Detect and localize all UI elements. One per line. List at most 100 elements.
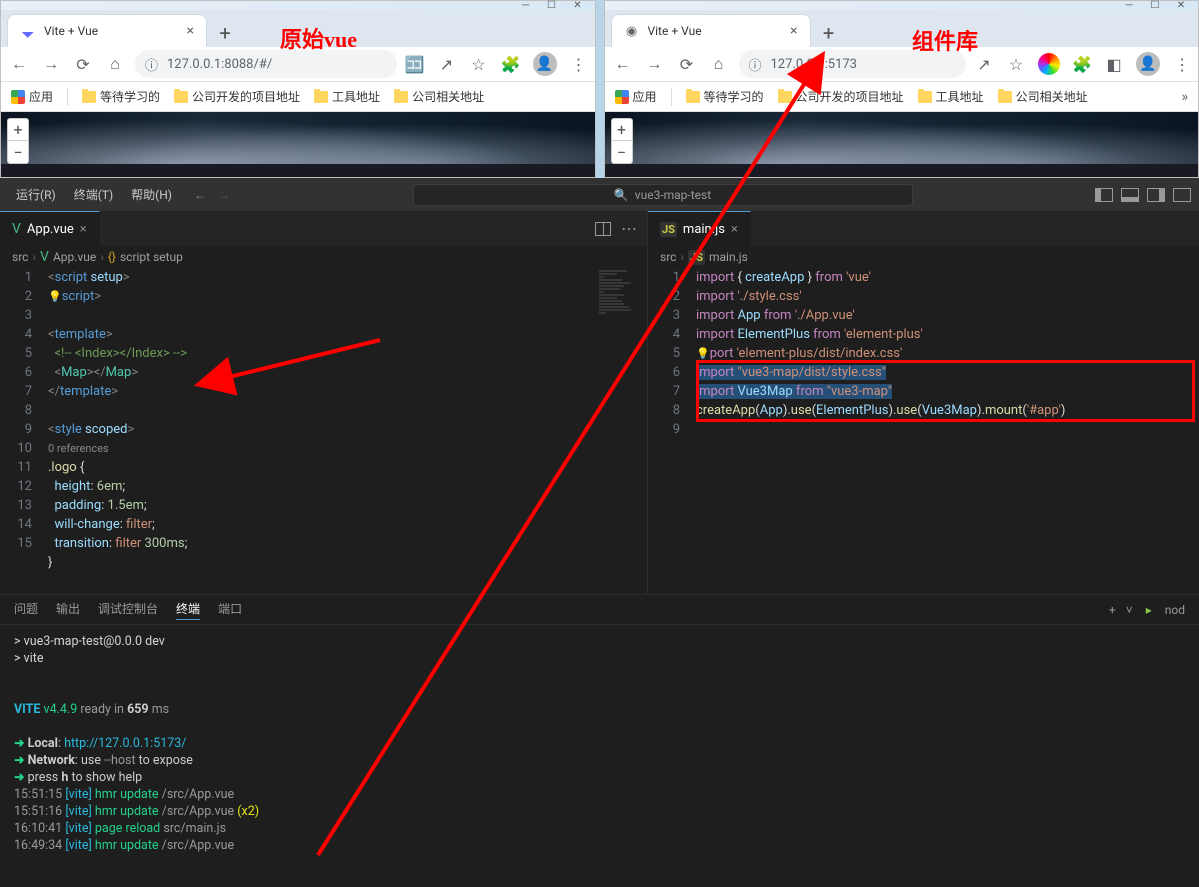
bookmarks-overflow-icon[interactable]: » <box>1181 89 1188 105</box>
home-button[interactable]: ⌂ <box>103 52 127 76</box>
reload-button[interactable]: ⟳ <box>71 52 95 76</box>
tab-output[interactable]: 输出 <box>56 600 80 619</box>
vue-file-icon: V <box>40 249 49 265</box>
browser-tab[interactable]: Vite + Vue × <box>611 14 811 47</box>
apps-button[interactable]: 应用 <box>11 88 53 105</box>
apps-icon <box>11 90 25 104</box>
tab-close-icon[interactable]: × <box>187 23 194 39</box>
window-close-icon[interactable]: ✕ <box>565 1 591 10</box>
menu-icon[interactable]: ⋮ <box>569 54 589 74</box>
bookmark-item[interactable]: 公司相关地址 <box>998 88 1088 105</box>
menu-help[interactable]: 帮助(H) <box>123 182 180 207</box>
new-tab-button[interactable]: + <box>211 19 239 47</box>
layout-right-icon[interactable] <box>1147 188 1165 202</box>
window-min-icon[interactable]: ─ <box>1116 1 1142 10</box>
bookmark-item[interactable]: 公司相关地址 <box>394 88 484 105</box>
url-text: 127.0.0.1:5173 <box>771 57 858 72</box>
new-terminal-icon[interactable]: + <box>1109 603 1116 617</box>
tab-problems[interactable]: 问题 <box>14 600 38 619</box>
sidepanel-icon[interactable]: ◧ <box>1104 54 1124 74</box>
zoom-out-button[interactable]: − <box>8 141 28 163</box>
tab-strip-right: Vite + Vue × + <box>605 10 1199 47</box>
star-icon[interactable]: ☆ <box>469 54 489 74</box>
editor-pane-left: V App.vue × ⋯ src› V App.vue› {} script … <box>0 211 648 594</box>
home-button[interactable]: ⌂ <box>707 52 731 76</box>
menu-icon[interactable]: ⋮ <box>1172 54 1192 74</box>
back-button[interactable]: ← <box>611 52 635 76</box>
extensions-icon[interactable]: 🧩 <box>1072 54 1092 74</box>
editor-tab-app-vue[interactable]: V App.vue × <box>0 211 100 246</box>
tab-ports[interactable]: 端口 <box>218 600 242 619</box>
code-editor-left[interactable]: 123456789101112131415 <script setup>💡scr… <box>0 268 647 594</box>
code-editor-right[interactable]: 123456789 import { createApp } from 'vue… <box>648 268 1199 594</box>
site-info-icon[interactable]: ⓘ <box>749 55 765 74</box>
extensions-icon[interactable]: 🧩 <box>501 54 521 74</box>
breadcrumb-left[interactable]: src› V App.vue› {} script setup <box>0 246 647 268</box>
translate-icon[interactable]: 🈁 <box>405 54 425 74</box>
editor-tab-main-js[interactable]: JS main.js × <box>648 211 751 246</box>
window-close-icon[interactable]: ✕ <box>1168 1 1194 10</box>
window-max-icon[interactable]: ☐ <box>1142 1 1168 10</box>
page-content-left: + − <box>1 112 595 177</box>
share-icon[interactable]: ↗ <box>974 54 994 74</box>
share-icon[interactable]: ↗ <box>437 54 457 74</box>
zoom-out-button[interactable]: − <box>612 141 632 163</box>
bookmark-item[interactable]: 工具地址 <box>918 88 984 105</box>
vscode-menubar: 运行(R) 终端(T) 帮助(H) ← → 🔍 vue3-map-test <box>0 178 1199 211</box>
site-info-icon[interactable]: ⓘ <box>145 55 161 74</box>
tab-close-icon[interactable]: × <box>790 23 797 39</box>
annotation-left: 原始vue <box>280 22 357 54</box>
star-icon[interactable]: ☆ <box>1006 54 1026 74</box>
vscode-window: 运行(R) 终端(T) 帮助(H) ← → 🔍 vue3-map-test V … <box>0 178 1199 887</box>
new-tab-button[interactable]: + <box>815 19 843 47</box>
menu-run[interactable]: 运行(R) <box>8 182 64 207</box>
extension-rainbow-icon[interactable] <box>1038 53 1060 75</box>
node-icon: ▸ <box>1143 604 1155 616</box>
window-min-icon[interactable]: ─ <box>513 1 539 10</box>
terminal-output[interactable]: > vue3-map-test@0.0.0 dev> vite VITE v4.… <box>0 625 1199 887</box>
minimap[interactable] <box>597 268 647 348</box>
zoom-in-button[interactable]: + <box>612 119 632 141</box>
folder-icon <box>82 91 96 103</box>
bookmarks-bar-right: 应用 等待学习的 公司开发的项目地址 工具地址 公司相关地址 » <box>605 82 1199 112</box>
layout-left-icon[interactable] <box>1095 188 1113 202</box>
tab-terminal[interactable]: 终端 <box>176 600 200 620</box>
page-content-right: + − <box>605 112 1199 177</box>
layout-bottom-icon[interactable] <box>1121 188 1139 202</box>
browser-tab[interactable]: Vite + Vue × <box>7 14 207 47</box>
split-editor-icon[interactable] <box>595 222 611 236</box>
address-bar[interactable]: ⓘ 127.0.0.1:8088/#/ <box>135 50 397 78</box>
close-tab-icon[interactable]: × <box>80 222 87 237</box>
menu-terminal[interactable]: 终端(T) <box>66 182 121 207</box>
profile-avatar[interactable]: 👤 <box>1136 52 1160 76</box>
terminal-dropdown-icon[interactable]: ˅ <box>1126 603 1133 617</box>
tab-debug[interactable]: 调试控制台 <box>98 600 158 619</box>
bookmark-item[interactable]: 等待学习的 <box>686 88 764 105</box>
globe-icon <box>624 23 640 39</box>
nav-back-icon[interactable]: ← <box>194 188 206 202</box>
close-tab-icon[interactable]: × <box>731 222 738 237</box>
profile-avatar[interactable]: 👤 <box>533 52 557 76</box>
nav-forward-icon[interactable]: → <box>218 188 230 202</box>
layout-customize-icon[interactable] <box>1173 188 1191 202</box>
bookmark-item[interactable]: 公司开发的项目地址 <box>174 88 300 105</box>
bookmark-item[interactable]: 公司开发的项目地址 <box>778 88 904 105</box>
apps-button[interactable]: 应用 <box>615 88 657 105</box>
zoom-in-button[interactable]: + <box>8 119 28 141</box>
bookmark-item[interactable]: 工具地址 <box>314 88 380 105</box>
folder-icon <box>998 91 1012 103</box>
forward-button[interactable]: → <box>643 52 667 76</box>
folder-icon <box>918 91 932 103</box>
window-max-icon[interactable]: ☐ <box>539 1 565 10</box>
vue-file-icon: V <box>12 221 21 237</box>
folder-icon <box>314 91 328 103</box>
forward-button[interactable]: → <box>39 52 63 76</box>
back-button[interactable]: ← <box>7 52 31 76</box>
folder-icon <box>394 91 408 103</box>
terminal-panel: 问题 输出 调试控制台 终端 端口 + ˅ ▸ nod > vue3-map-t… <box>0 594 1199 887</box>
bookmark-item[interactable]: 等待学习的 <box>82 88 160 105</box>
command-center[interactable]: 🔍 vue3-map-test <box>413 184 913 206</box>
more-actions-icon[interactable]: ⋯ <box>621 219 637 238</box>
breadcrumb-right[interactable]: src› JS main.js <box>648 246 1199 268</box>
reload-button[interactable]: ⟳ <box>675 52 699 76</box>
